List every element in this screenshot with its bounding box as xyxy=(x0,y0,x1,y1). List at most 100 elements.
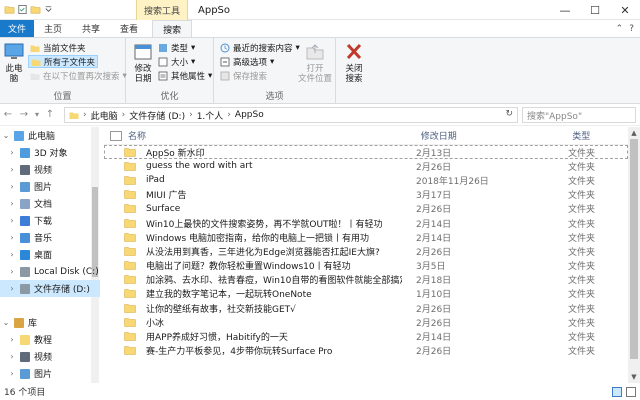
file-row[interactable]: AppSo 新水印 2月13日 文件夹 xyxy=(104,145,628,160)
tab-share[interactable]: 共享 xyxy=(72,20,110,37)
expand-chevron-icon[interactable]: › xyxy=(8,216,16,225)
nav-item[interactable]: › 教程 xyxy=(0,331,100,348)
up-arrow-icon[interactable]: ↑ xyxy=(42,109,58,120)
nav-item-label: Local Disk (C:) xyxy=(34,266,99,277)
properties-icon[interactable] xyxy=(17,4,28,15)
tab-view[interactable]: 查看 xyxy=(110,20,148,37)
all-subfolders-option[interactable]: 所有子文件夹 xyxy=(28,55,99,68)
minimize-button[interactable]: — xyxy=(550,0,580,20)
save-search-button[interactable]: 保存搜索 xyxy=(220,69,267,82)
back-arrow-icon[interactable]: ← xyxy=(0,109,16,120)
file-type: 文件夹 xyxy=(568,290,596,301)
window-title: AppSo xyxy=(198,4,231,16)
expand-chevron-icon[interactable]: › xyxy=(8,335,16,344)
new-folder-icon[interactable] xyxy=(30,4,41,15)
breadcrumb-appso[interactable]: AppSo xyxy=(235,110,264,120)
scroll-down-icon[interactable]: ▼ xyxy=(628,371,640,383)
chevron-down-icon: ▾ xyxy=(208,70,213,81)
nav-item-label: 图片 xyxy=(34,370,53,380)
close-window-button[interactable]: ✕ xyxy=(610,0,640,20)
expand-chevron-icon[interactable]: › xyxy=(8,284,16,293)
column-date-header[interactable]: 修改日期 xyxy=(407,129,558,142)
file-row[interactable]: 从没法用到真香，三年进化为Edge浏览器能否扛起IE大旗? 2月26日 文件夹 xyxy=(104,244,628,258)
recent-searches-dropdown[interactable]: 最近的搜索内容 ▾ xyxy=(220,41,300,54)
breadcrumb-this-pc[interactable]: 此电脑 xyxy=(91,109,118,122)
expand-chevron-icon[interactable]: › xyxy=(8,352,16,361)
folder-icon xyxy=(124,303,136,313)
recent-locations-chevron-icon[interactable]: ▾ xyxy=(32,110,42,119)
file-row[interactable]: 小冰 2月26日 文件夹 xyxy=(104,315,628,329)
search-box[interactable]: 搜索"AppSo" xyxy=(522,107,636,123)
expand-chevron-icon[interactable]: › xyxy=(8,165,16,174)
file-row[interactable]: 电脑出了问题？教你轻松重置Windows10丨有轻功 3月5日 文件夹 xyxy=(104,259,628,273)
maximize-button[interactable]: ☐ xyxy=(580,0,610,20)
size-dropdown[interactable]: 大小 ▾ xyxy=(158,55,195,68)
expand-chevron-icon[interactable]: › xyxy=(8,267,16,276)
nav-item[interactable]: › 文档 xyxy=(0,195,100,212)
customize-toolbar-icon[interactable] xyxy=(43,4,54,15)
search-again-in-dropdown[interactable]: 在以下位置再次搜索 ▾ xyxy=(30,69,127,82)
expand-chevron-icon[interactable]: › xyxy=(8,369,16,378)
file-row[interactable]: guess the word with art 2月26日 文件夹 xyxy=(104,159,628,173)
folder-icon xyxy=(124,318,136,327)
file-row[interactable]: Surface 2月26日 文件夹 xyxy=(104,202,628,216)
expand-chevron-icon[interactable]: › xyxy=(8,199,16,208)
search-input[interactable]: 搜索"AppSo" xyxy=(527,109,582,122)
breadcrumb-personal[interactable]: 1.个人 xyxy=(197,109,224,122)
nav-item[interactable]: › 文件存储 (D:) xyxy=(0,280,100,297)
forward-arrow-icon[interactable]: → xyxy=(16,109,32,120)
large-icons-view-icon[interactable] xyxy=(626,386,636,397)
nav-item[interactable]: › 视频 xyxy=(0,348,100,365)
file-list-scrollbar[interactable]: ▲ ▼ xyxy=(628,127,640,383)
file-row[interactable]: 加涂鸦、去水印、祛青春痘，Win10自带的看图软件就能全部搞定 2月18日 文件夹 xyxy=(104,273,628,287)
tab-file[interactable]: 文件 xyxy=(0,20,35,37)
address-bar[interactable]: › 此电脑 › 文件存储 (D:) › 1.个人 › AppSo ↻ xyxy=(64,107,518,123)
nav-item[interactable]: › 音乐 xyxy=(0,229,100,246)
nav-item[interactable]: › 3D 对象 xyxy=(0,144,100,161)
file-row[interactable]: MIUI 广告 3月17日 文件夹 xyxy=(104,188,628,202)
current-folder-option[interactable]: 当前文件夹 xyxy=(30,41,86,54)
file-row[interactable]: Win10上最快的文件搜索姿势，再不学就OUT啦！丨有轻功 2月14日 文件夹 xyxy=(104,216,628,230)
nav-item[interactable]: › 图片 xyxy=(0,365,100,382)
expand-chevron-icon[interactable]: ⌄ xyxy=(2,131,10,140)
breadcrumb-drive-d[interactable]: 文件存储 (D:) xyxy=(129,109,185,122)
file-row[interactable]: Windows 电脑加密指南，给你的电脑上一把锁丨有用功 2月14日 文件夹 xyxy=(104,230,628,244)
this-pc-button[interactable]: 此电脑 xyxy=(2,42,26,84)
address-bar-row: ← → ▾ ↑ › 此电脑 › 文件存储 (D:) › 1.个人 › AppSo… xyxy=(0,104,640,126)
scrollbar-thumb[interactable] xyxy=(630,139,638,359)
nav-item[interactable]: › 桌面 xyxy=(0,246,100,263)
tab-search[interactable]: 搜索 xyxy=(152,20,193,37)
nav-item[interactable]: ⌄ 此电脑 xyxy=(0,127,100,144)
expand-chevron-icon[interactable]: ⌄ xyxy=(2,318,10,327)
file-row[interactable]: 赛-生产力平板参见，4步带你玩转Surface Pro 2月26日 文件夹 xyxy=(104,344,628,358)
scroll-up-icon[interactable]: ▲ xyxy=(628,127,640,139)
nav-item[interactable]: › 视频 xyxy=(0,161,100,178)
nav-item[interactable]: › 图片 xyxy=(0,178,100,195)
nav-item[interactable]: › Local Disk (C:) xyxy=(0,263,100,280)
column-type-header[interactable]: 类型 xyxy=(558,129,628,142)
nav-item[interactable]: ⌄ 库 xyxy=(0,314,100,331)
expand-chevron-icon[interactable]: › xyxy=(8,182,16,191)
expand-chevron-icon[interactable]: › xyxy=(8,148,16,157)
select-all-checkbox[interactable] xyxy=(110,130,122,141)
refresh-icon[interactable]: ↻ xyxy=(505,109,513,119)
other-properties-dropdown[interactable]: 其他属性 ▾ xyxy=(158,69,212,82)
expand-chevron-icon[interactable]: › xyxy=(8,250,16,259)
open-file-location-button[interactable]: 打开 文件位置 xyxy=(298,42,332,84)
file-row[interactable]: iPad 2018年11月26日 文件夹 xyxy=(104,173,628,187)
date-modified-button[interactable]: 修改 日期 xyxy=(130,42,156,84)
collapse-ribbon-icon[interactable]: ⌃ xyxy=(616,24,624,34)
help-icon[interactable]: ? xyxy=(629,24,634,34)
expand-chevron-icon[interactable]: › xyxy=(8,233,16,242)
close-search-button[interactable]: 关闭 搜索 xyxy=(340,42,368,84)
details-view-icon[interactable] xyxy=(612,386,622,397)
close-icon xyxy=(346,43,362,60)
kind-dropdown[interactable]: 类型 ▾ xyxy=(158,41,195,54)
file-row[interactable]: 用APP养成好习惯，Habitify的一天 2月14日 文件夹 xyxy=(104,329,628,343)
advanced-options-dropdown[interactable]: 高级选项 ▾ xyxy=(220,55,274,68)
nav-item[interactable]: › 下载 xyxy=(0,212,100,229)
file-row[interactable]: 建立我的数字笔记本，一起玩转OneNote 1月10日 文件夹 xyxy=(104,287,628,301)
column-name-header[interactable]: 名称 xyxy=(128,129,407,142)
file-row[interactable]: 让你的壁纸有故事，社交新技能GET√ 2月26日 文件夹 xyxy=(104,301,628,315)
tab-home[interactable]: 主页 xyxy=(34,20,72,37)
